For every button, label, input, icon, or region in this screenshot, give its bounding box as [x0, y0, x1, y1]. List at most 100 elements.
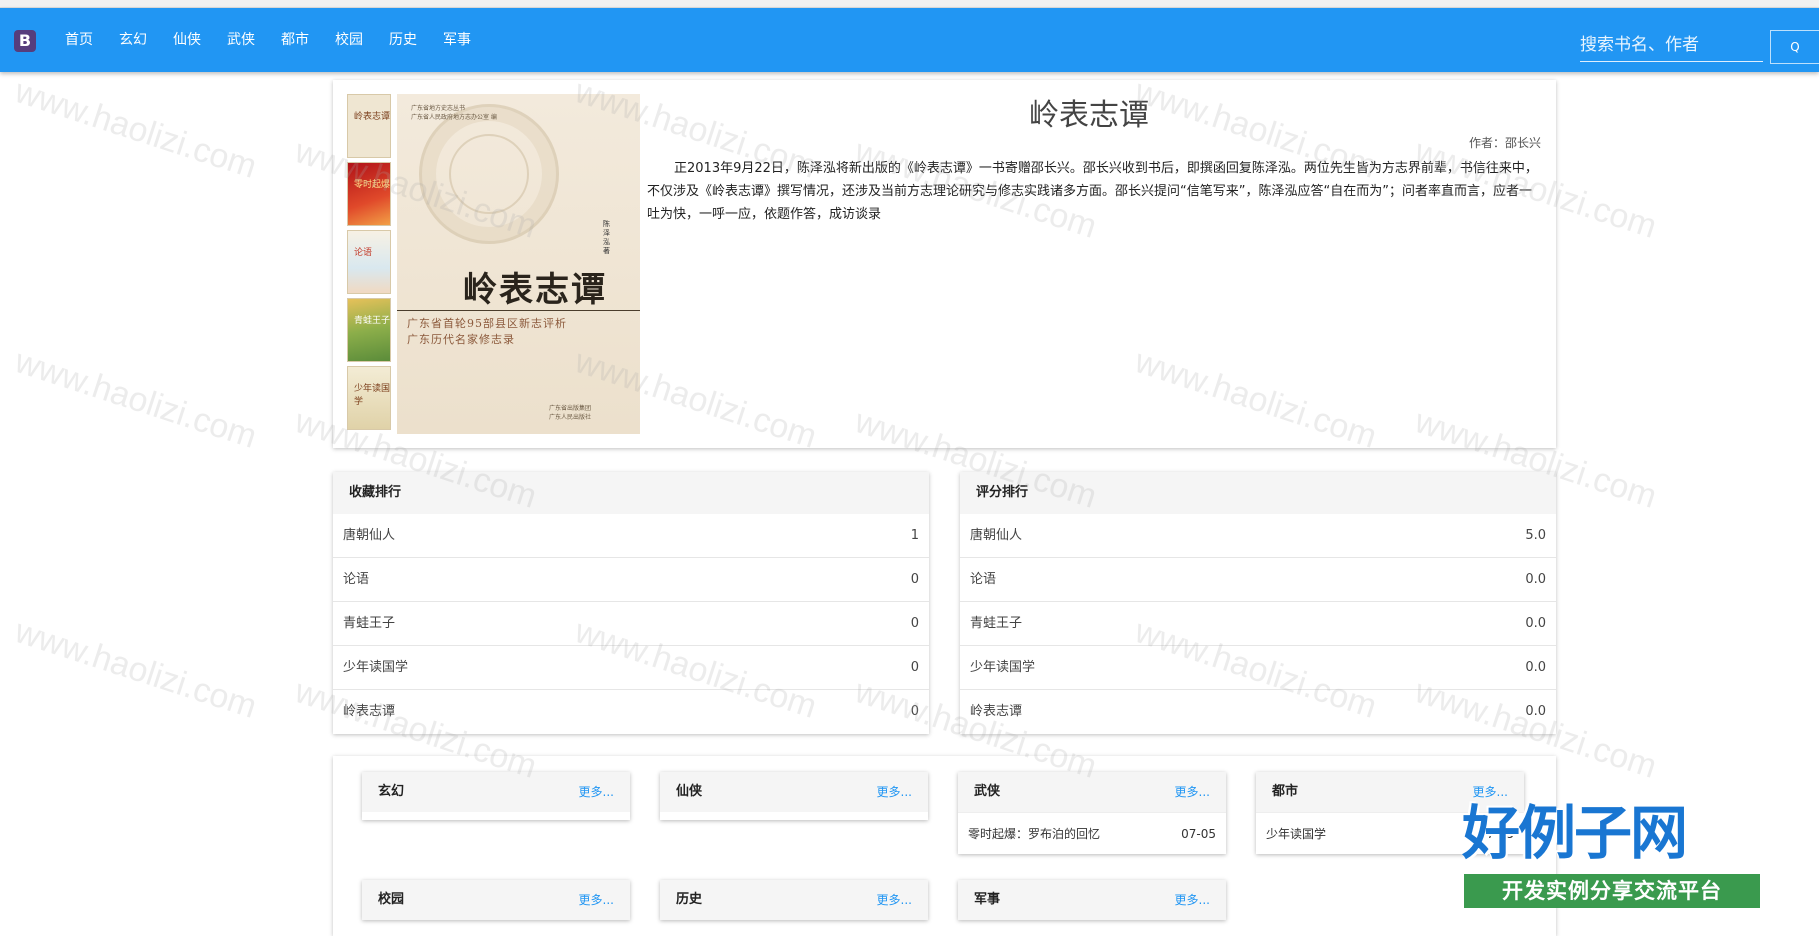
- ranking-value: 0.0: [1525, 572, 1546, 587]
- category-title: 校园: [378, 892, 405, 907]
- ranking-book-name: 青蛙王子: [970, 616, 1023, 631]
- brand-logo[interactable]: B: [14, 30, 36, 52]
- nav-links: 首页 玄幻 仙侠 武侠 都市 校园 历史 军事: [52, 8, 484, 72]
- logo-subtitle: 开发实例分享交流平台: [1464, 874, 1760, 908]
- watermark-text: www.haolizi.com: [10, 612, 262, 726]
- author-name: 邵长兴: [1504, 136, 1541, 150]
- ranking-row[interactable]: 少年读国学 0.0: [960, 646, 1556, 690]
- book-author: 作者：邵长兴: [649, 134, 1541, 151]
- ranking-book-name: 岭表志谭: [343, 704, 396, 719]
- ranking-book-name: 论语: [970, 572, 997, 587]
- cover-publisher: 广东省出版集团 广东人民出版社: [549, 404, 591, 422]
- ranking-value: 0: [910, 572, 919, 587]
- cover-series-line: 广东省人民政府地方志办公室 编: [411, 114, 497, 121]
- ranking-book-name: 少年读国学: [970, 660, 1036, 675]
- category-title: 仙侠: [676, 784, 703, 799]
- thumbnail-label: 论语: [354, 248, 373, 258]
- ranking-value: 0.0: [1525, 616, 1546, 631]
- thumbnail-2[interactable]: 零时起爆: [347, 162, 391, 226]
- cover-series-text: 广东省地方史志丛书 广东省人民政府地方志办公室 编: [411, 104, 497, 122]
- browser-bookmark-strip: [0, 0, 1819, 8]
- book-detail-card: 岭表志谭 零时起爆 论语 青蛙王子 少年读国学 广东省地方史志丛书 广东省人民政…: [333, 80, 1556, 448]
- ranking-row[interactable]: 少年读国学 0: [333, 646, 929, 690]
- ranking-book-name: 青蛙王子: [343, 616, 396, 631]
- category-book-row[interactable]: 零时起爆：罗布泊的回忆 07-05: [958, 812, 1226, 854]
- ranking-book-name: 少年读国学: [343, 660, 409, 675]
- ranking-value: 0: [910, 660, 919, 675]
- thumbnail-label: 少年读国学: [354, 384, 391, 407]
- thumbnail-4[interactable]: 青蛙王子: [347, 298, 391, 362]
- category-book-date: 07-05: [1181, 827, 1216, 841]
- ranking-book-name: 论语: [343, 572, 370, 587]
- category-card-wuxia: 武侠 更多... 零时起爆：罗布泊的回忆 07-05: [958, 772, 1226, 854]
- ranking-row[interactable]: 岭表志谭 0.0: [960, 690, 1556, 734]
- nav-link-home[interactable]: 首页: [52, 8, 106, 72]
- category-card-junshi: 军事 更多...: [958, 880, 1226, 920]
- watermark-text: www.haolizi.com: [10, 342, 262, 456]
- nav-link-wuxia[interactable]: 武侠: [214, 8, 268, 72]
- cover-rule: [397, 310, 640, 311]
- ranking-value: 1: [910, 528, 919, 543]
- category-section: 玄幻 更多... 仙侠 更多... 武侠 更多... 零时起爆：罗布泊的回忆 07-05…: [333, 756, 1556, 936]
- search-button[interactable]: Q: [1770, 30, 1819, 64]
- thumbnail-1[interactable]: 岭表志谭: [347, 94, 391, 158]
- category-title: 玄幻: [378, 784, 405, 799]
- ranking-value: 0.0: [1525, 704, 1546, 719]
- book-intro: 正2013年9月22日，陈泽泓将新出版的《岭表志谭》一书寄赠邵长兴。邵长兴收到书…: [647, 161, 1538, 222]
- top-navbar: B 首页 玄幻 仙侠 武侠 都市 校园 历史 军事 搜索书名、作者 Q: [0, 8, 1819, 72]
- nav-link-xuanhuan[interactable]: 玄幻: [106, 8, 160, 72]
- thumbnail-label: 青蛙王子: [354, 316, 391, 326]
- score-ranking-panel: 评分排行 唐朝仙人 5.0 论语 0.0 青蛙王子 0.0 少年读国学 0.0 岭表志谭…: [960, 472, 1556, 734]
- thumbnail-3[interactable]: 论语: [347, 230, 391, 294]
- ranking-row[interactable]: 青蛙王子 0.0: [960, 602, 1556, 646]
- panel-title: 评分排行: [960, 472, 1556, 514]
- ranking-value: 0: [910, 704, 919, 719]
- more-link[interactable]: 更多...: [579, 880, 614, 920]
- more-link[interactable]: 更多...: [579, 772, 614, 812]
- category-book-name: 零时起爆：罗布泊的回忆: [968, 827, 1101, 841]
- search-input[interactable]: 搜索书名、作者: [1580, 28, 1763, 62]
- nav-link-lishi[interactable]: 历史: [376, 8, 430, 72]
- ranking-book-name: 唐朝仙人: [970, 528, 1023, 543]
- ranking-row[interactable]: 青蛙王子 0: [333, 602, 929, 646]
- cover-publisher-line: 广东人民出版社: [549, 414, 592, 421]
- more-link[interactable]: 更多...: [1175, 880, 1210, 920]
- category-title: 军事: [974, 892, 1001, 907]
- cover-subtitle-line: 广东历代名家修志录: [407, 333, 515, 346]
- logo-title: 好例子网: [1462, 799, 1688, 867]
- cover-title: 岭表志谭: [463, 270, 607, 310]
- category-card-xuanhuan: 玄幻 更多...: [362, 772, 630, 820]
- nav-link-xiaoyuan[interactable]: 校园: [322, 8, 376, 72]
- ranking-row[interactable]: 论语 0: [333, 558, 929, 602]
- cover-publisher-line: 广东省出版集团: [549, 405, 592, 412]
- site-watermark-logo: 好例子网 开发实例分享交流平台: [1458, 786, 1760, 908]
- panel-title: 收藏排行: [333, 472, 929, 514]
- ranking-value: 0: [910, 616, 919, 631]
- category-title: 历史: [676, 892, 703, 907]
- ranking-row[interactable]: 论语 0.0: [960, 558, 1556, 602]
- ranking-row[interactable]: 岭表志谭 0: [333, 690, 929, 734]
- more-link[interactable]: 更多...: [877, 772, 912, 812]
- cover-author: 陈泽泓 著: [603, 220, 610, 255]
- nav-link-junshi[interactable]: 军事: [430, 8, 484, 72]
- ranking-value: 0.0: [1525, 660, 1546, 675]
- more-link[interactable]: 更多...: [877, 880, 912, 920]
- category-card-xiaoyuan: 校园 更多...: [362, 880, 630, 920]
- book-title: 岭表志谭: [1029, 98, 1149, 133]
- nav-link-dushi[interactable]: 都市: [268, 8, 322, 72]
- ranking-row[interactable]: 唐朝仙人 1: [333, 514, 929, 558]
- thumbnail-label: 岭表志谭: [354, 112, 391, 122]
- ranking-row[interactable]: 唐朝仙人 5.0: [960, 514, 1556, 558]
- ranking-book-name: 唐朝仙人: [343, 528, 396, 543]
- ranking-value: 5.0: [1525, 528, 1546, 543]
- thumbnail-label: 零时起爆: [354, 180, 391, 190]
- nav-link-xianxia[interactable]: 仙侠: [160, 8, 214, 72]
- category-card-lishi: 历史 更多...: [660, 880, 928, 920]
- thumbnail-5[interactable]: 少年读国学: [347, 366, 391, 430]
- category-card-xianxia: 仙侠 更多...: [660, 772, 928, 820]
- thumbnail-list: 岭表志谭 零时起爆 论语 青蛙王子 少年读国学: [347, 94, 393, 434]
- cover-seal-inner: [449, 134, 529, 214]
- cover-subtitle-line: 广东省首轮95部县区新志评析: [407, 317, 567, 330]
- ranking-book-name: 岭表志谭: [970, 704, 1023, 719]
- more-link[interactable]: 更多...: [1175, 772, 1210, 812]
